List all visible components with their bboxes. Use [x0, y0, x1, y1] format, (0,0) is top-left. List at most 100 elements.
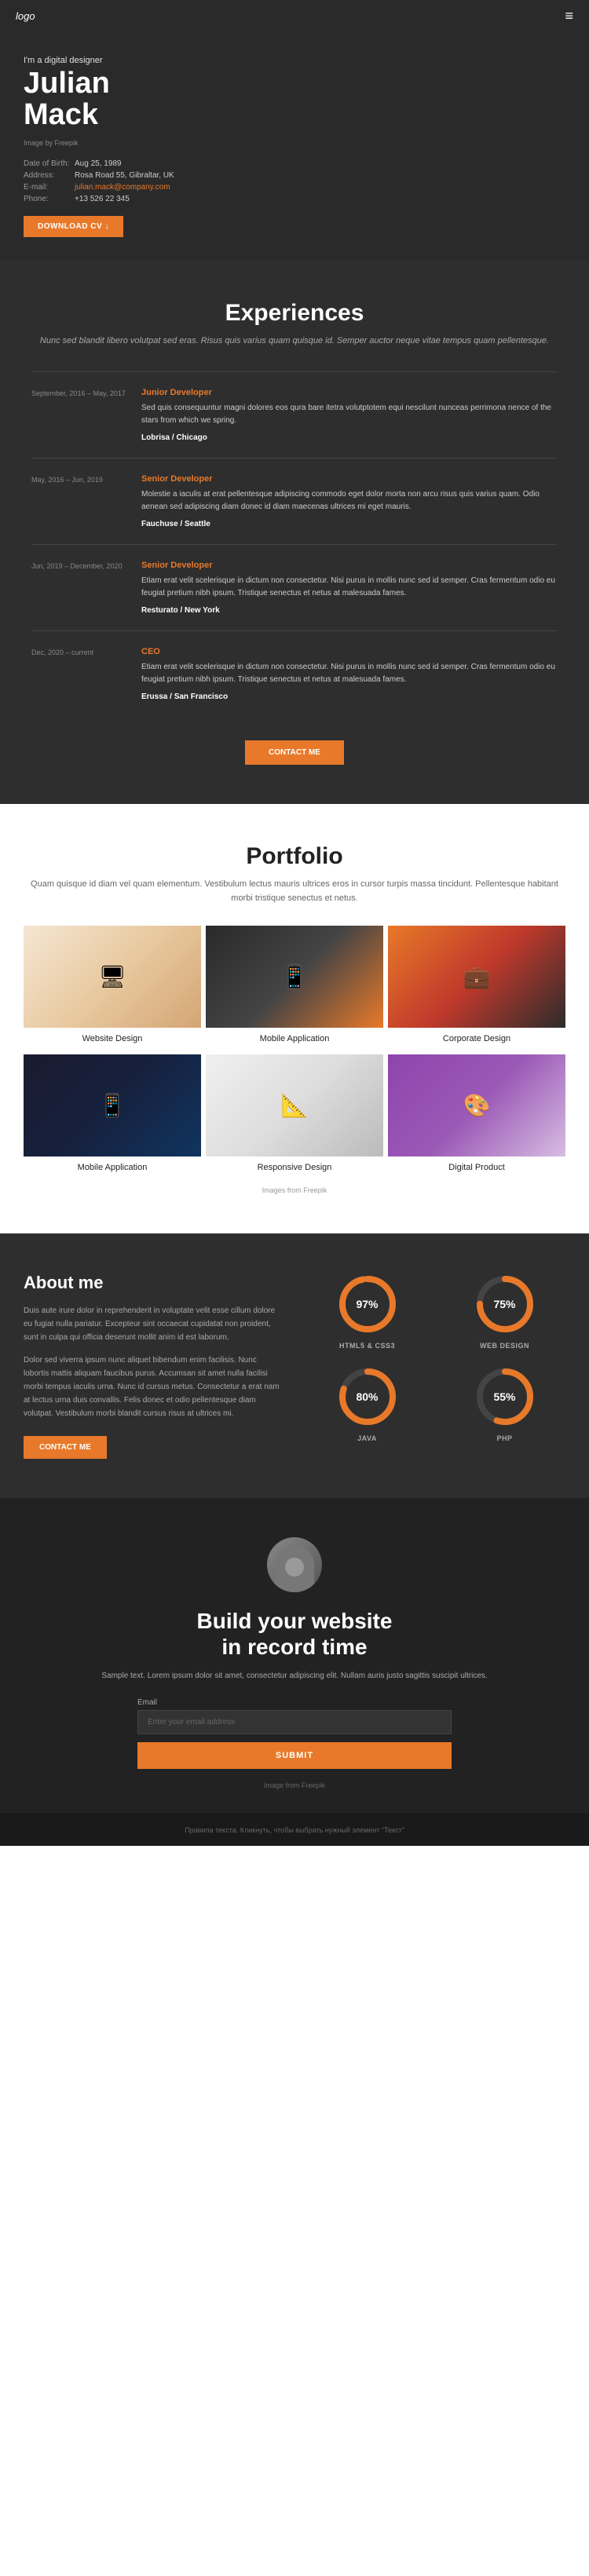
email-input[interactable]	[137, 1710, 452, 1734]
skill-value-java: 80%	[356, 1390, 378, 1403]
about-title: About me	[24, 1273, 283, 1293]
portfolio-thumb-6	[388, 1054, 565, 1156]
experience-item-2: May, 2016 – Jun, 2019 Senior Developer M…	[31, 458, 558, 544]
exp-date-2: May, 2016 – Jun, 2019	[31, 474, 126, 528]
cta-image-credit: Image from Freepik	[24, 1781, 565, 1789]
cta-avatar	[267, 1537, 322, 1592]
portfolio-item-6[interactable]: Digital Product	[388, 1054, 565, 1178]
portfolio-intro: Quam quisque id diam vel quam elementum.…	[24, 878, 565, 905]
experiences-title: Experiences	[31, 300, 558, 327]
experiences-intro: Nunc sed blandit libero volutpat sed era…	[31, 334, 558, 349]
cta-title: Build your website in record time	[24, 1608, 565, 1661]
dob-label: Date of Birth:	[24, 158, 75, 170]
download-cv-button[interactable]: DOWNLOAD CV ↓	[24, 216, 123, 237]
exp-date-3: Jun, 2019 – December, 2020	[31, 561, 126, 615]
email-field-label: Email	[137, 1698, 452, 1707]
cta-description: Sample text. Lorem ipsum dolor sit amet,…	[24, 1670, 565, 1683]
exp-desc-1: Sed quis consequuntur magni dolores eos …	[141, 402, 558, 427]
portfolio-grid: Website Design Mobile Application Corpor…	[24, 926, 565, 1178]
skill-label-html: HTML5 & CSS3	[339, 1342, 395, 1350]
exp-location-2: Fauchuse / Seattle	[141, 520, 558, 528]
experience-item-3: Jun, 2019 – December, 2020 Senior Develo…	[31, 544, 558, 630]
portfolio-thumb-3	[388, 926, 565, 1028]
exp-desc-4: Etiam erat velit scelerisque in dictum n…	[141, 661, 558, 686]
navbar: logo ≡	[0, 0, 589, 32]
exp-role-2: Senior Developer	[141, 474, 558, 484]
portfolio-item-2[interactable]: Mobile Application	[206, 926, 383, 1050]
skill-webdesign: 75% WEB DESIGN	[444, 1273, 565, 1350]
skill-circle-java: 80%	[336, 1365, 399, 1428]
portfolio-item-5[interactable]: Responsive Design	[206, 1054, 383, 1178]
cta-section: Build your website in record time Sample…	[0, 1498, 589, 1813]
experience-item-4: Dec, 2020 – current CEO Etiam erat velit…	[31, 630, 558, 717]
footer: Правила текста. Кликнуть, чтобы выбрать …	[0, 1813, 589, 1846]
skill-html-css: 97% HTML5 & CSS3	[306, 1273, 428, 1350]
skill-value-html: 97%	[356, 1298, 378, 1310]
phone-label: Phone:	[24, 193, 75, 205]
about-paragraph-1: Duis aute irure dolor in reprehenderit i…	[24, 1304, 283, 1344]
exp-location-4: Erussa / San Francisco	[141, 692, 558, 701]
portfolio-label-4: Mobile Application	[24, 1156, 201, 1178]
skill-label-java: JAVA	[357, 1434, 377, 1442]
experiences-section: Experiences Nunc sed blandit libero volu…	[0, 261, 589, 805]
exp-date-4: Dec, 2020 – current	[31, 647, 126, 701]
logo: logo	[16, 10, 35, 22]
about-section: About me Duis aute irure dolor in repreh…	[0, 1233, 589, 1498]
contact-me-button-about[interactable]: CONTACT ME	[24, 1436, 107, 1459]
exp-content-3: Senior Developer Etiam erat velit sceler…	[141, 561, 558, 615]
exp-date-1: September, 2016 – May, 2017	[31, 388, 126, 442]
hero-image-credit: Image by Freepik	[24, 139, 369, 147]
email-value: julian.mack@company.com	[75, 181, 179, 193]
portfolio-label-2: Mobile Application	[206, 1028, 383, 1050]
hero-subtitle: I'm a digital designer	[24, 56, 369, 65]
footer-text: Правила текста. Кликнуть, чтобы выбрать …	[185, 1826, 404, 1834]
skills-block: 97% HTML5 & CSS3 75% WEB DESIGN	[306, 1273, 565, 1442]
exp-role-4: CEO	[141, 647, 558, 656]
exp-content-2: Senior Developer Molestie a iaculis at e…	[141, 474, 558, 528]
portfolio-item-3[interactable]: Corporate Design	[388, 926, 565, 1050]
email-label: E-mail:	[24, 181, 75, 193]
exp-content-4: CEO Etiam erat velit scelerisque in dict…	[141, 647, 558, 701]
skill-php: 55% PHP	[444, 1365, 565, 1442]
portfolio-thumb-2	[206, 926, 383, 1028]
exp-desc-2: Molestie a iaculis at erat pellentesque …	[141, 488, 558, 513]
portfolio-section: Portfolio Quam quisque id diam vel quam …	[0, 804, 589, 1233]
portfolio-label-6: Digital Product	[388, 1156, 565, 1178]
phone-value: +13 526 22 345	[75, 193, 179, 205]
address-value: Rosa Road 55, Gibraltar, UK	[75, 170, 179, 181]
contact-me-button-experiences[interactable]: CONTACT ME	[245, 740, 344, 765]
skill-java: 80% JAVA	[306, 1365, 428, 1442]
about-text-block: About me Duis aute irure dolor in repreh…	[24, 1273, 283, 1459]
hero-name: Julian Mack	[24, 68, 369, 131]
portfolio-thumb-5	[206, 1054, 383, 1156]
hamburger-menu-icon[interactable]: ≡	[565, 8, 573, 24]
hero-section: I'm a digital designer Julian Mack Image…	[0, 32, 589, 261]
portfolio-item-4[interactable]: Mobile Application	[24, 1054, 201, 1178]
hero-info: Date of Birth: Aug 25, 1989 Address: Ros…	[24, 158, 369, 205]
skill-label-php: PHP	[496, 1434, 512, 1442]
portfolio-label-3: Corporate Design	[388, 1028, 565, 1050]
exp-desc-3: Etiam erat velit scelerisque in dictum n…	[141, 575, 558, 600]
exp-role-1: Junior Developer	[141, 388, 558, 397]
submit-button[interactable]: SUBMIT	[137, 1742, 452, 1769]
portfolio-title: Portfolio	[24, 843, 565, 870]
skill-value-webdesign: 75%	[493, 1298, 515, 1310]
cta-form: Email SUBMIT	[137, 1698, 452, 1769]
portfolio-thumb-4	[24, 1054, 201, 1156]
portfolio-label-1: Website Design	[24, 1028, 201, 1050]
skill-circle-webdesign: 75%	[474, 1273, 536, 1336]
dob-value: Aug 25, 1989	[75, 158, 179, 170]
portfolio-item-1[interactable]: Website Design	[24, 926, 201, 1050]
exp-content-1: Junior Developer Sed quis consequuntur m…	[141, 388, 558, 442]
address-label: Address:	[24, 170, 75, 181]
skill-label-webdesign: WEB DESIGN	[480, 1342, 529, 1350]
skill-value-php: 55%	[493, 1390, 515, 1403]
exp-location-3: Resturato / New York	[141, 606, 558, 615]
portfolio-label-5: Responsive Design	[206, 1156, 383, 1178]
experience-item-1: September, 2016 – May, 2017 Junior Devel…	[31, 371, 558, 458]
exp-location-1: Lobrisa / Chicago	[141, 433, 558, 442]
about-paragraph-2: Dolor sed viverra ipsum nunc aliquet bib…	[24, 1354, 283, 1420]
skills-grid: 97% HTML5 & CSS3 75% WEB DESIGN	[306, 1273, 565, 1442]
about-grid: About me Duis aute irure dolor in repreh…	[24, 1273, 565, 1459]
portfolio-images-credit: Images from Freepik	[24, 1186, 565, 1194]
